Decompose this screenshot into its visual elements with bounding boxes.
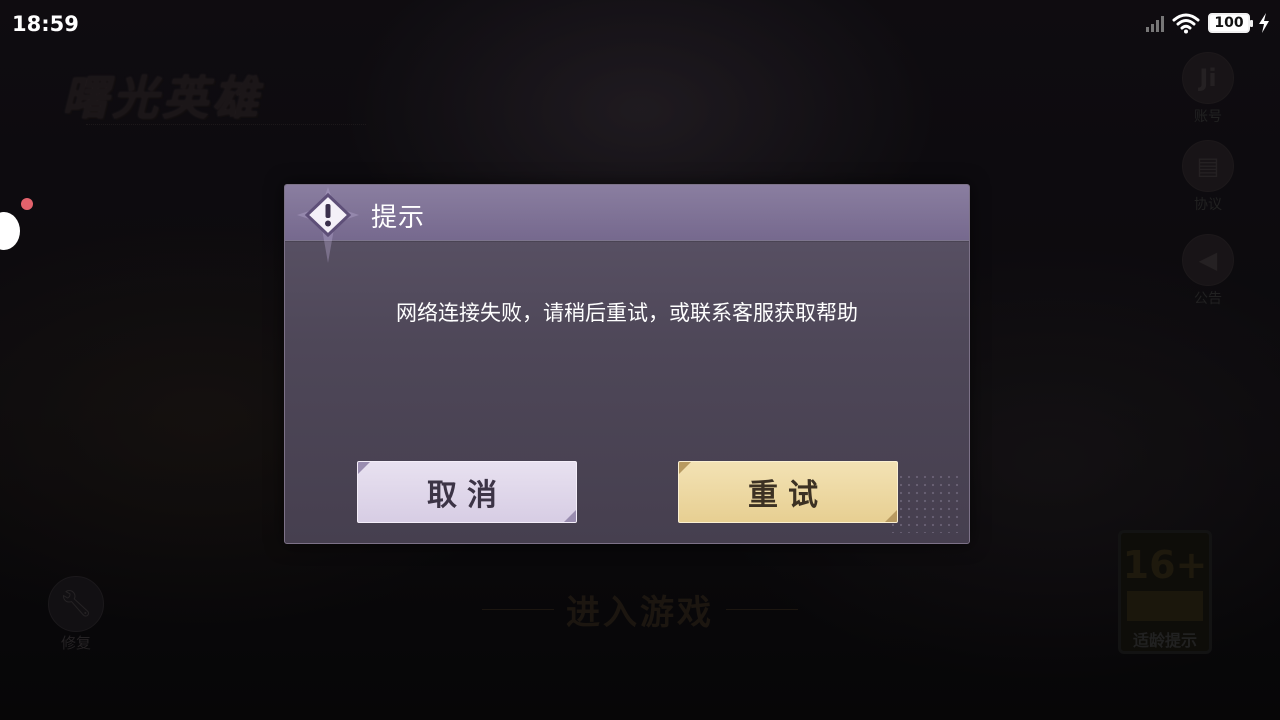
status-icons: 100 (1146, 12, 1270, 34)
wifi-icon (1172, 13, 1200, 34)
warning-exclamation-icon (297, 187, 359, 263)
dialog-decoration-dots (889, 473, 959, 533)
battery-indicator: 100 (1208, 13, 1253, 33)
signal-bars-icon (1146, 14, 1164, 32)
notification-dot (21, 198, 33, 210)
retry-button[interactable]: 重试 (678, 461, 898, 523)
status-time: 18:59 (12, 12, 79, 36)
alert-dialog: 提示 网络连接失败，请稍后重试，或联系客服获取帮助 取消 重试 (284, 184, 970, 544)
cancel-button[interactable]: 取消 (357, 461, 577, 523)
dialog-title: 提示 (371, 203, 426, 233)
dialog-message: 网络连接失败，请稍后重试，或联系客服获取帮助 (396, 301, 858, 325)
lightning-bolt-icon (1259, 13, 1269, 33)
